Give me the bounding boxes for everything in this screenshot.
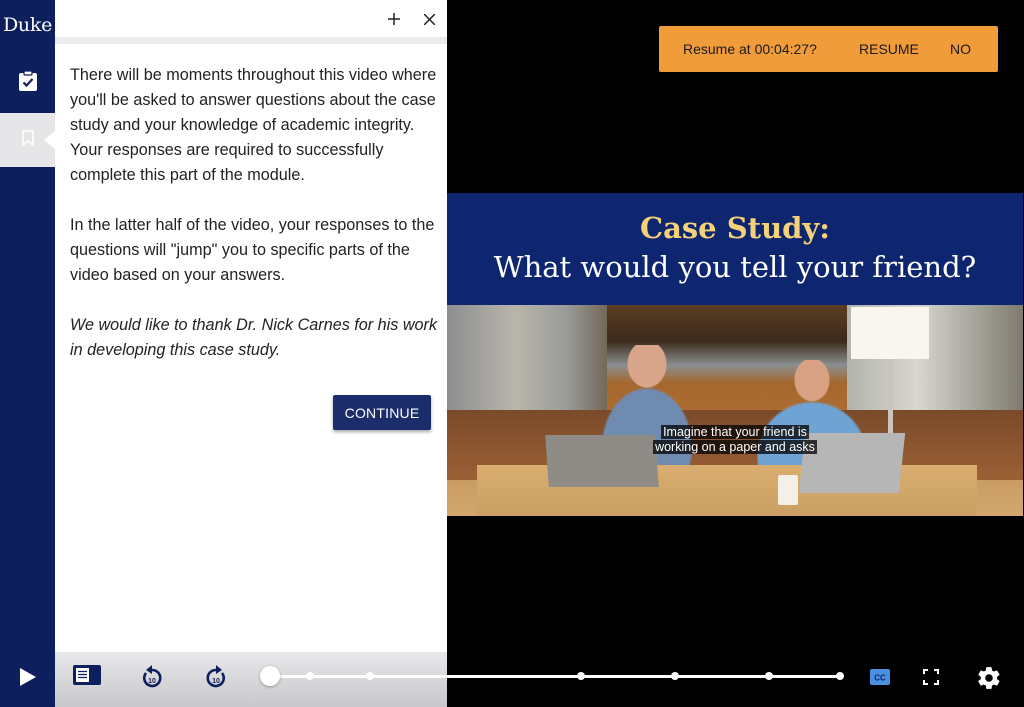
chapter-marker[interactable] xyxy=(365,672,374,680)
resume-button[interactable]: RESUME xyxy=(859,41,919,57)
transcript-button[interactable] xyxy=(72,664,102,690)
video-title-subheading: What would you tell your friend? xyxy=(493,250,977,284)
instructions-paragraph: There will be moments throughout this vi… xyxy=(70,66,437,184)
caption-line: working on a paper and asks xyxy=(653,440,817,454)
panel-header xyxy=(55,0,447,37)
scene-wall xyxy=(447,305,617,415)
brand-logo: Duke xyxy=(2,14,53,36)
panel-content: There will be moments throughout this vi… xyxy=(70,63,440,363)
chapter-marker[interactable] xyxy=(305,672,314,680)
rewind-10-icon: 10 xyxy=(142,665,162,688)
play-icon xyxy=(19,668,36,691)
chapter-marker[interactable] xyxy=(670,672,679,680)
fullscreen-icon xyxy=(923,669,939,685)
rewind-10-label: 10 xyxy=(148,678,156,685)
rail-item-questions[interactable] xyxy=(0,56,55,110)
no-button[interactable]: NO xyxy=(950,41,971,57)
gear-icon xyxy=(978,667,1000,689)
control-bar xyxy=(55,652,447,707)
chapter-marker[interactable] xyxy=(576,672,585,680)
video-viewport[interactable]: Resume at 00:04:27? RESUME NO Case Study… xyxy=(447,0,1024,652)
video-frame-image xyxy=(447,305,1023,516)
forward-10-label: 10 xyxy=(212,678,220,685)
acknowledgement-text: We would like to thank Dr. Nick Carnes f… xyxy=(70,316,438,359)
panel-divider xyxy=(55,37,447,44)
progress-track xyxy=(270,675,840,678)
info-panel: There will be moments throughout this vi… xyxy=(55,0,447,652)
clipboard-check-icon xyxy=(18,69,38,97)
chapter-marker[interactable] xyxy=(836,672,844,680)
video-title-card: Case Study: What would you tell your fri… xyxy=(447,193,1023,305)
rewind-10-button[interactable]: 10 xyxy=(138,662,166,692)
progress-handle[interactable] xyxy=(260,666,280,686)
close-icon[interactable] xyxy=(418,8,440,30)
cc-icon: CC xyxy=(870,669,890,685)
forward-10-button[interactable]: 10 xyxy=(202,662,230,692)
resume-prompt: Resume at 00:04:27? RESUME NO xyxy=(659,26,998,72)
resume-prompt-text: Resume at 00:04:27? xyxy=(683,41,817,57)
settings-button[interactable] xyxy=(975,664,1003,692)
closed-captions-button[interactable]: CC xyxy=(869,668,891,686)
video-player-app: Duke There will be moments throughout th… xyxy=(0,0,1024,707)
nav-rail: Duke xyxy=(0,0,56,707)
caption-line: Imagine that your friend is xyxy=(661,425,809,439)
continue-button[interactable]: CONTINUE xyxy=(333,395,431,430)
video-title-heading: Case Study: xyxy=(639,211,830,245)
forward-10-icon: 10 xyxy=(206,665,226,688)
play-button[interactable] xyxy=(0,652,55,707)
plus-icon[interactable] xyxy=(383,8,405,30)
bookmark-icon xyxy=(21,129,34,151)
chapter-marker[interactable] xyxy=(764,672,773,680)
fullscreen-button[interactable] xyxy=(921,667,941,687)
scene-coffee-cup xyxy=(778,475,798,505)
rail-item-bookmarks[interactable] xyxy=(0,113,56,167)
transcript-icon xyxy=(73,664,101,690)
instructions-paragraph: In the latter half of the video, your re… xyxy=(70,216,435,284)
cc-label: CC xyxy=(874,674,886,683)
closed-caption: Imagine that your friend is working on a… xyxy=(447,425,1023,455)
scene-lamp xyxy=(851,307,929,359)
progress-slider[interactable] xyxy=(260,666,844,686)
